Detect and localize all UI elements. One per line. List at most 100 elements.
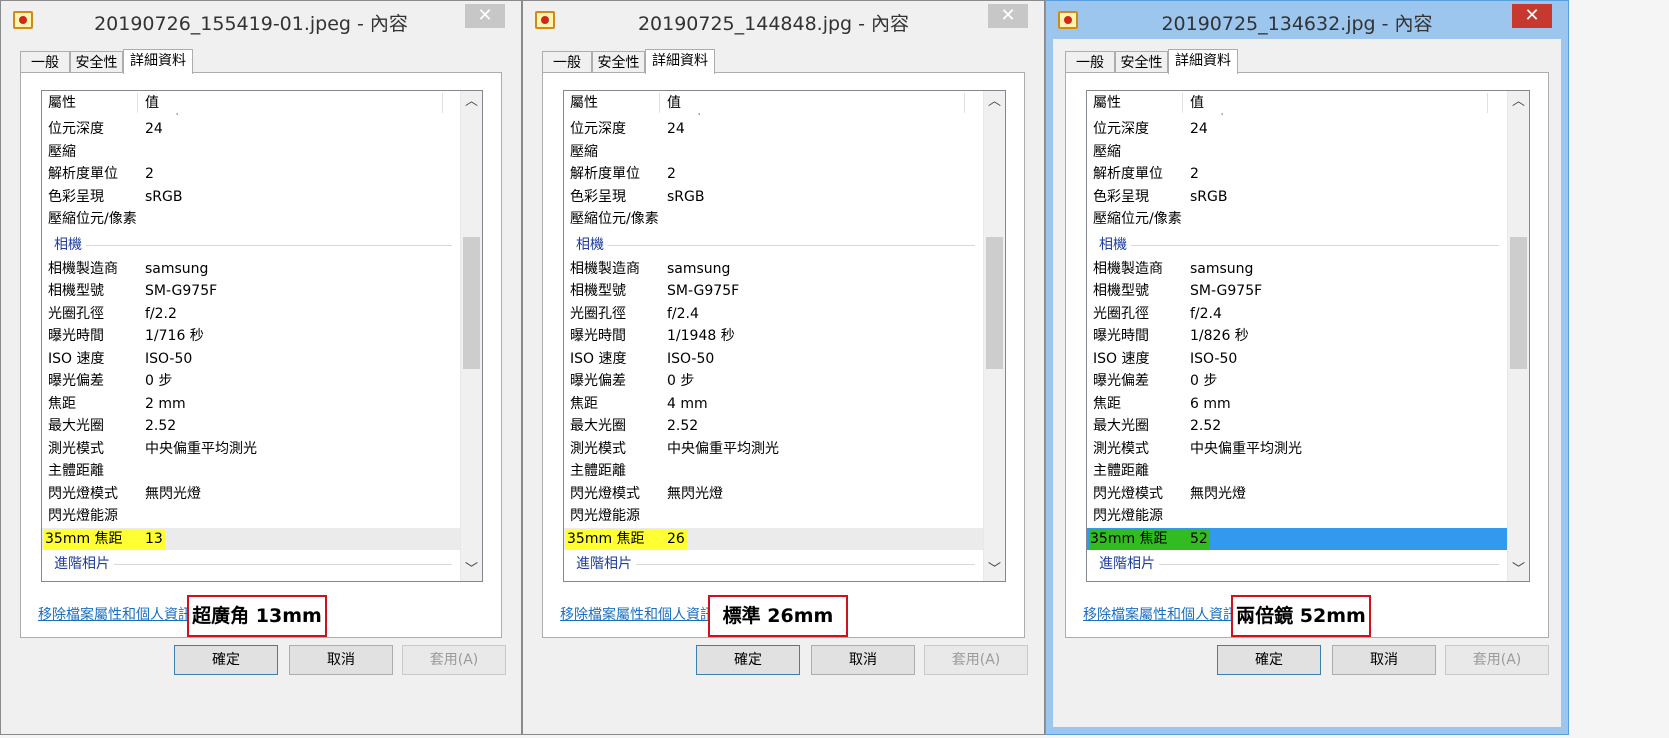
- tab-general[interactable]: 一般: [1065, 51, 1115, 73]
- scroll-down-icon[interactable]: ﹀: [1508, 559, 1529, 581]
- table-row[interactable]: 色彩呈現 sRGB: [1087, 186, 1507, 208]
- table-row[interactable]: 壓縮位元/像素: [1087, 208, 1507, 230]
- scroll-up-icon[interactable]: ︿: [461, 91, 482, 113]
- table-row[interactable]: 曝光偏差 0 步: [1087, 370, 1507, 392]
- scroll-thumb[interactable]: [1510, 237, 1527, 369]
- table-row[interactable]: 位元深度 24: [1087, 118, 1507, 140]
- title-bar[interactable]: 20190725_134632.jpg - 內容 ✕: [1046, 1, 1568, 39]
- tab-details[interactable]: 詳細資料: [645, 49, 715, 74]
- table-row[interactable]: 焦距 6 mm: [1087, 393, 1507, 415]
- scroll-thumb[interactable]: [986, 237, 1003, 369]
- table-row[interactable]: 相機製造商 samsung: [1087, 258, 1507, 280]
- table-row[interactable]: 閃光燈模式 無閃光燈: [42, 483, 460, 505]
- tab-security[interactable]: 安全性: [1115, 51, 1168, 73]
- table-row[interactable]: 壓縮位元/像素: [564, 208, 983, 230]
- tab-general[interactable]: 一般: [20, 51, 70, 73]
- apply-button[interactable]: 套用(A): [1445, 645, 1549, 675]
- apply-button[interactable]: 套用(A): [402, 645, 506, 675]
- table-row[interactable]: 壓縮: [564, 141, 983, 163]
- table-row[interactable]: 光圈孔徑 f/2.4: [564, 303, 983, 325]
- table-row[interactable]: 色彩呈現 sRGB: [564, 186, 983, 208]
- table-row[interactable]: 閃光燈能源: [1087, 505, 1507, 527]
- table-row[interactable]: 曝光偏差 0 步: [42, 370, 460, 392]
- table-row[interactable]: 閃光燈能源: [42, 505, 460, 527]
- property-list[interactable]: 屬性 值 ' 位元深度 24 壓縮 解析度單位 2 色彩呈現 sRGB 壓縮位元/像素…: [1086, 90, 1530, 582]
- group-header-camera[interactable]: 相機: [42, 234, 452, 256]
- table-row[interactable]: ISO 速度 ISO-50: [42, 348, 460, 370]
- table-row[interactable]: 閃光燈模式 無閃光燈: [564, 483, 983, 505]
- table-row[interactable]: 曝光時間 1/716 秒: [42, 325, 460, 347]
- table-row[interactable]: 主體距離: [42, 460, 460, 482]
- header-property[interactable]: 屬性: [570, 91, 598, 115]
- table-row-focal-35mm[interactable]: 35mm 焦距 26: [564, 528, 983, 550]
- table-row[interactable]: 光圈孔徑 f/2.4: [1087, 303, 1507, 325]
- table-row[interactable]: 主體距離: [1087, 460, 1507, 482]
- table-row[interactable]: 相機型號 SM-G975F: [42, 280, 460, 302]
- table-row[interactable]: 主體距離: [564, 460, 983, 482]
- group-header-advanced-photo[interactable]: 進階相片: [1087, 553, 1499, 575]
- group-header-camera[interactable]: 相機: [564, 234, 975, 256]
- close-button[interactable]: ✕: [465, 4, 505, 28]
- table-row-focal-35mm[interactable]: 35mm 焦距 13: [42, 528, 460, 550]
- table-row[interactable]: 曝光偏差 0 步: [564, 370, 983, 392]
- vertical-scrollbar[interactable]: ︿ ﹀: [460, 91, 482, 581]
- table-row[interactable]: 解析度單位 2: [564, 163, 983, 185]
- table-row[interactable]: 閃光燈能源: [564, 505, 983, 527]
- table-row[interactable]: 最大光圈 2.52: [42, 415, 460, 437]
- scroll-up-icon[interactable]: ︿: [1508, 91, 1529, 113]
- table-row[interactable]: 相機型號 SM-G975F: [564, 280, 983, 302]
- cancel-button[interactable]: 取消: [811, 645, 915, 675]
- property-list[interactable]: 屬性 值 ' 位元深度 24 壓縮 解析度單位 2 色彩呈現 sRGB 壓縮位元/像素…: [41, 90, 483, 582]
- tab-details[interactable]: 詳細資料: [1168, 49, 1238, 74]
- ok-button[interactable]: 確定: [1217, 645, 1321, 675]
- header-property[interactable]: 屬性: [48, 91, 76, 115]
- remove-properties-link[interactable]: 移除檔案屬性和個人資訊: [560, 604, 714, 624]
- table-row[interactable]: 曝光時間 1/826 秒: [1087, 325, 1507, 347]
- table-row[interactable]: 曝光時間 1/1948 秒: [564, 325, 983, 347]
- table-row[interactable]: 壓縮位元/像素: [42, 208, 460, 230]
- group-header-camera[interactable]: 相機: [1087, 234, 1499, 256]
- table-row[interactable]: 相機製造商 samsung: [564, 258, 983, 280]
- table-row[interactable]: 相機型號 SM-G975F: [1087, 280, 1507, 302]
- title-bar[interactable]: 20190725_144848.jpg - 內容 ✕: [523, 1, 1044, 39]
- scroll-thumb[interactable]: [463, 237, 480, 369]
- vertical-scrollbar[interactable]: ︿ ﹀: [1507, 91, 1529, 581]
- cancel-button[interactable]: 取消: [289, 645, 393, 675]
- table-row[interactable]: 解析度單位 2: [42, 163, 460, 185]
- group-header-advanced-photo[interactable]: 進階相片: [564, 553, 975, 575]
- table-row[interactable]: 測光模式 中央偏重平均測光: [564, 438, 983, 460]
- ok-button[interactable]: 確定: [174, 645, 278, 675]
- apply-button[interactable]: 套用(A): [924, 645, 1028, 675]
- table-row[interactable]: 焦距 2 mm: [42, 393, 460, 415]
- remove-properties-link[interactable]: 移除檔案屬性和個人資訊: [38, 604, 192, 624]
- table-row[interactable]: 測光模式 中央偏重平均測光: [1087, 438, 1507, 460]
- vertical-scrollbar[interactable]: ︿ ﹀: [983, 91, 1005, 581]
- remove-properties-link[interactable]: 移除檔案屬性和個人資訊: [1083, 604, 1237, 624]
- cancel-button[interactable]: 取消: [1332, 645, 1436, 675]
- table-row[interactable]: 最大光圈 2.52: [1087, 415, 1507, 437]
- header-divider[interactable]: [964, 93, 965, 113]
- ok-button[interactable]: 確定: [696, 645, 800, 675]
- header-divider[interactable]: [1487, 93, 1488, 113]
- close-button[interactable]: ✕: [988, 4, 1028, 28]
- table-row[interactable]: 測光模式 中央偏重平均測光: [42, 438, 460, 460]
- header-value[interactable]: 值: [667, 91, 681, 115]
- header-value[interactable]: 值: [1190, 91, 1204, 115]
- table-row[interactable]: 光圈孔徑 f/2.2: [42, 303, 460, 325]
- table-row[interactable]: 壓縮: [1087, 141, 1507, 163]
- table-row-focal-35mm[interactable]: 35mm 焦距 52: [1087, 528, 1507, 550]
- scroll-down-icon[interactable]: ﹀: [984, 559, 1005, 581]
- table-row[interactable]: 相機製造商 samsung: [42, 258, 460, 280]
- table-row[interactable]: ISO 速度 ISO-50: [1087, 348, 1507, 370]
- table-row[interactable]: 解析度單位 2: [1087, 163, 1507, 185]
- tab-security[interactable]: 安全性: [592, 51, 645, 73]
- header-divider[interactable]: [442, 93, 443, 113]
- group-header-advanced-photo[interactable]: 進階相片: [42, 553, 452, 575]
- tab-details[interactable]: 詳細資料: [123, 49, 193, 74]
- scroll-up-icon[interactable]: ︿: [984, 91, 1005, 113]
- table-row[interactable]: 最大光圈 2.52: [564, 415, 983, 437]
- tab-security[interactable]: 安全性: [70, 51, 123, 73]
- table-row[interactable]: ISO 速度 ISO-50: [564, 348, 983, 370]
- header-property[interactable]: 屬性: [1093, 91, 1121, 115]
- header-divider[interactable]: [659, 93, 660, 113]
